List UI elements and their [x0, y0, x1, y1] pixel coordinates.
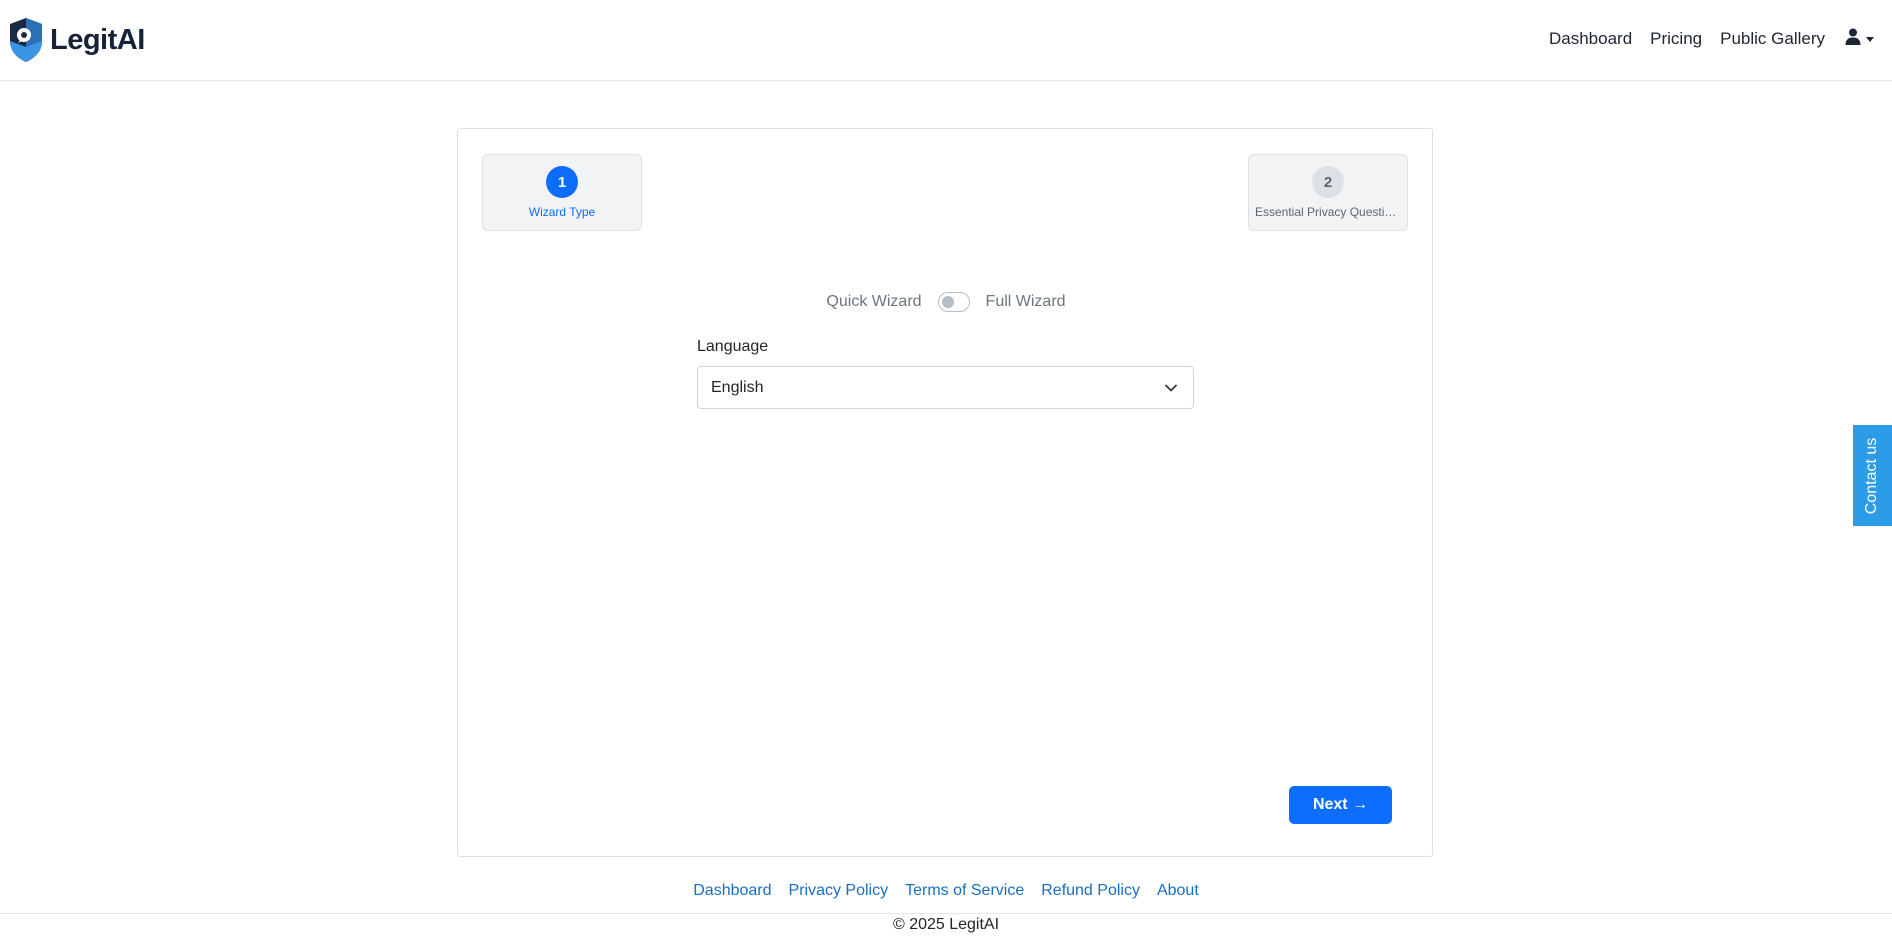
step-label: Essential Privacy Questions: [1255, 205, 1401, 219]
wizard-step-2[interactable]: 2 Essential Privacy Questions: [1248, 154, 1408, 231]
language-selected-value: English: [711, 378, 764, 396]
footer-link-privacy-policy[interactable]: Privacy Policy: [789, 882, 889, 900]
contact-us-tab[interactable]: Contact us: [1853, 425, 1892, 526]
user-icon: [1845, 28, 1861, 50]
caret-down-icon: [1866, 36, 1874, 42]
top-navbar: LegitAI Dashboard Pricing Public Gallery: [0, 0, 1892, 81]
full-wizard-label: Full Wizard: [985, 293, 1066, 310]
nav-link-pricing[interactable]: Pricing: [1650, 29, 1702, 49]
footer-links: Dashboard Privacy Policy Terms of Servic…: [0, 882, 1892, 900]
chevron-down-icon: [1164, 381, 1178, 400]
nav-link-dashboard[interactable]: Dashboard: [1549, 29, 1632, 49]
step-number: 1: [546, 166, 578, 198]
brand-name: LegitAI: [50, 23, 145, 56]
footer-link-refund-policy[interactable]: Refund Policy: [1041, 882, 1140, 900]
contact-us-label: Contact us: [1863, 437, 1881, 514]
wizard-step-1[interactable]: 1 Wizard Type: [482, 154, 642, 231]
footer-link-terms-of-service[interactable]: Terms of Service: [905, 882, 1024, 900]
next-button[interactable]: Next →: [1289, 786, 1392, 824]
copyright-text: © 2025 LegitAI: [892, 916, 1000, 933]
language-select[interactable]: English: [697, 366, 1194, 409]
brand-home-link[interactable]: LegitAI: [8, 17, 145, 63]
nav-links: Dashboard Pricing Public Gallery: [1549, 26, 1874, 52]
nav-link-public-gallery[interactable]: Public Gallery: [1720, 29, 1825, 49]
language-label: Language: [697, 338, 769, 355]
user-menu-dropdown[interactable]: [1845, 28, 1874, 50]
wizard-mode-switch: Quick Wizard Full Wizard: [458, 287, 1434, 317]
footer-link-about[interactable]: About: [1157, 882, 1199, 900]
wizard-card: 1 Wizard Type 2 Essential Privacy Questi…: [457, 128, 1433, 857]
step-number: 2: [1312, 166, 1344, 198]
footer-divider: [0, 913, 1892, 914]
wizard-mode-toggle[interactable]: [937, 292, 970, 312]
quick-wizard-label: Quick Wizard: [826, 293, 922, 310]
shield-logo-icon: [8, 17, 44, 63]
step-label: Wizard Type: [528, 205, 596, 219]
footer-link-dashboard[interactable]: Dashboard: [693, 882, 771, 900]
